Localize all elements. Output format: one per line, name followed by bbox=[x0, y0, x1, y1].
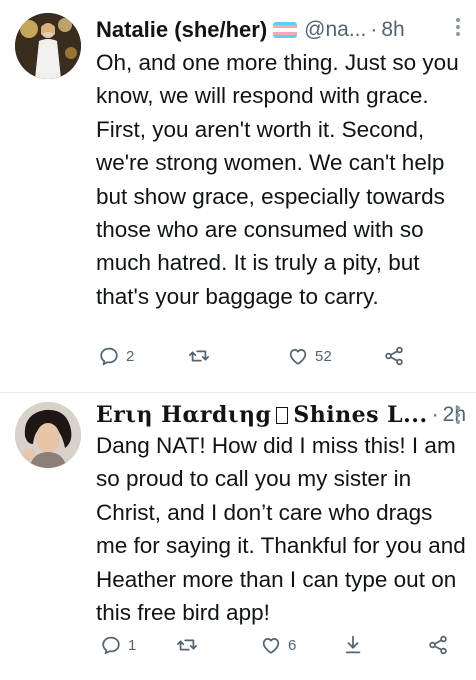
unsupported-glyph-icon bbox=[276, 406, 289, 424]
reply-button[interactable]: 1 bbox=[100, 634, 136, 656]
tweet-header: Natalie (she/her) @na... · 8h bbox=[96, 15, 466, 45]
more-icon[interactable] bbox=[448, 15, 468, 39]
reply-count: 1 bbox=[128, 636, 137, 654]
retweet-icon bbox=[188, 350, 210, 362]
trans-flag-icon bbox=[273, 22, 298, 38]
tweet-header: Erιη Hαrdιηg Shines L... · 2h bbox=[96, 400, 466, 430]
reply-icon bbox=[102, 636, 120, 655]
like-icon bbox=[262, 637, 280, 654]
share-icon bbox=[429, 635, 447, 655]
avatar-image bbox=[15, 402, 81, 468]
reply-button[interactable]: 2 bbox=[98, 345, 134, 367]
share-icon bbox=[385, 346, 403, 366]
separator: · bbox=[370, 18, 378, 41]
separator: · bbox=[431, 403, 439, 426]
download-icon bbox=[345, 635, 361, 654]
retweet-button[interactable] bbox=[176, 634, 198, 656]
tweet[interactable]: Natalie (she/her) @na... · 8h Oh, and on… bbox=[0, 0, 476, 392]
retweet-icon bbox=[176, 639, 198, 651]
retweet-button[interactable] bbox=[188, 345, 210, 367]
author-name[interactable]: Natalie (she/her) bbox=[96, 17, 267, 43]
like-icon bbox=[289, 348, 307, 365]
like-count: 6 bbox=[288, 636, 297, 654]
author-handle[interactable]: @na... bbox=[304, 18, 366, 42]
share-button[interactable] bbox=[427, 634, 449, 656]
share-button[interactable] bbox=[383, 345, 405, 367]
author-name-suffix[interactable]: Shines L... bbox=[293, 402, 427, 428]
action-bar: 2 52 bbox=[96, 345, 476, 371]
timestamp[interactable]: 8h bbox=[381, 18, 404, 42]
more-icon[interactable] bbox=[448, 403, 468, 427]
author-name[interactable]: Erιη Hαrdιηg bbox=[96, 402, 271, 428]
reply-count: 2 bbox=[126, 347, 135, 365]
reply-icon bbox=[100, 347, 118, 366]
tweet-text: Dang NAT! How did I miss this! I am so p… bbox=[96, 433, 466, 626]
tweet-text: Oh, and one more thing. Just so you know… bbox=[96, 50, 459, 309]
download-button[interactable] bbox=[342, 634, 364, 656]
action-bar: 1 6 bbox=[96, 634, 476, 660]
avatar-image bbox=[15, 13, 81, 79]
tweet[interactable]: Erιη Hαrdιηg Shines L... · 2h Dang NAT! … bbox=[0, 393, 476, 680]
like-button[interactable]: 6 bbox=[260, 634, 296, 656]
avatar[interactable] bbox=[15, 402, 81, 468]
like-button[interactable]: 52 bbox=[287, 345, 332, 367]
avatar[interactable] bbox=[15, 13, 81, 79]
like-count: 52 bbox=[315, 347, 332, 365]
